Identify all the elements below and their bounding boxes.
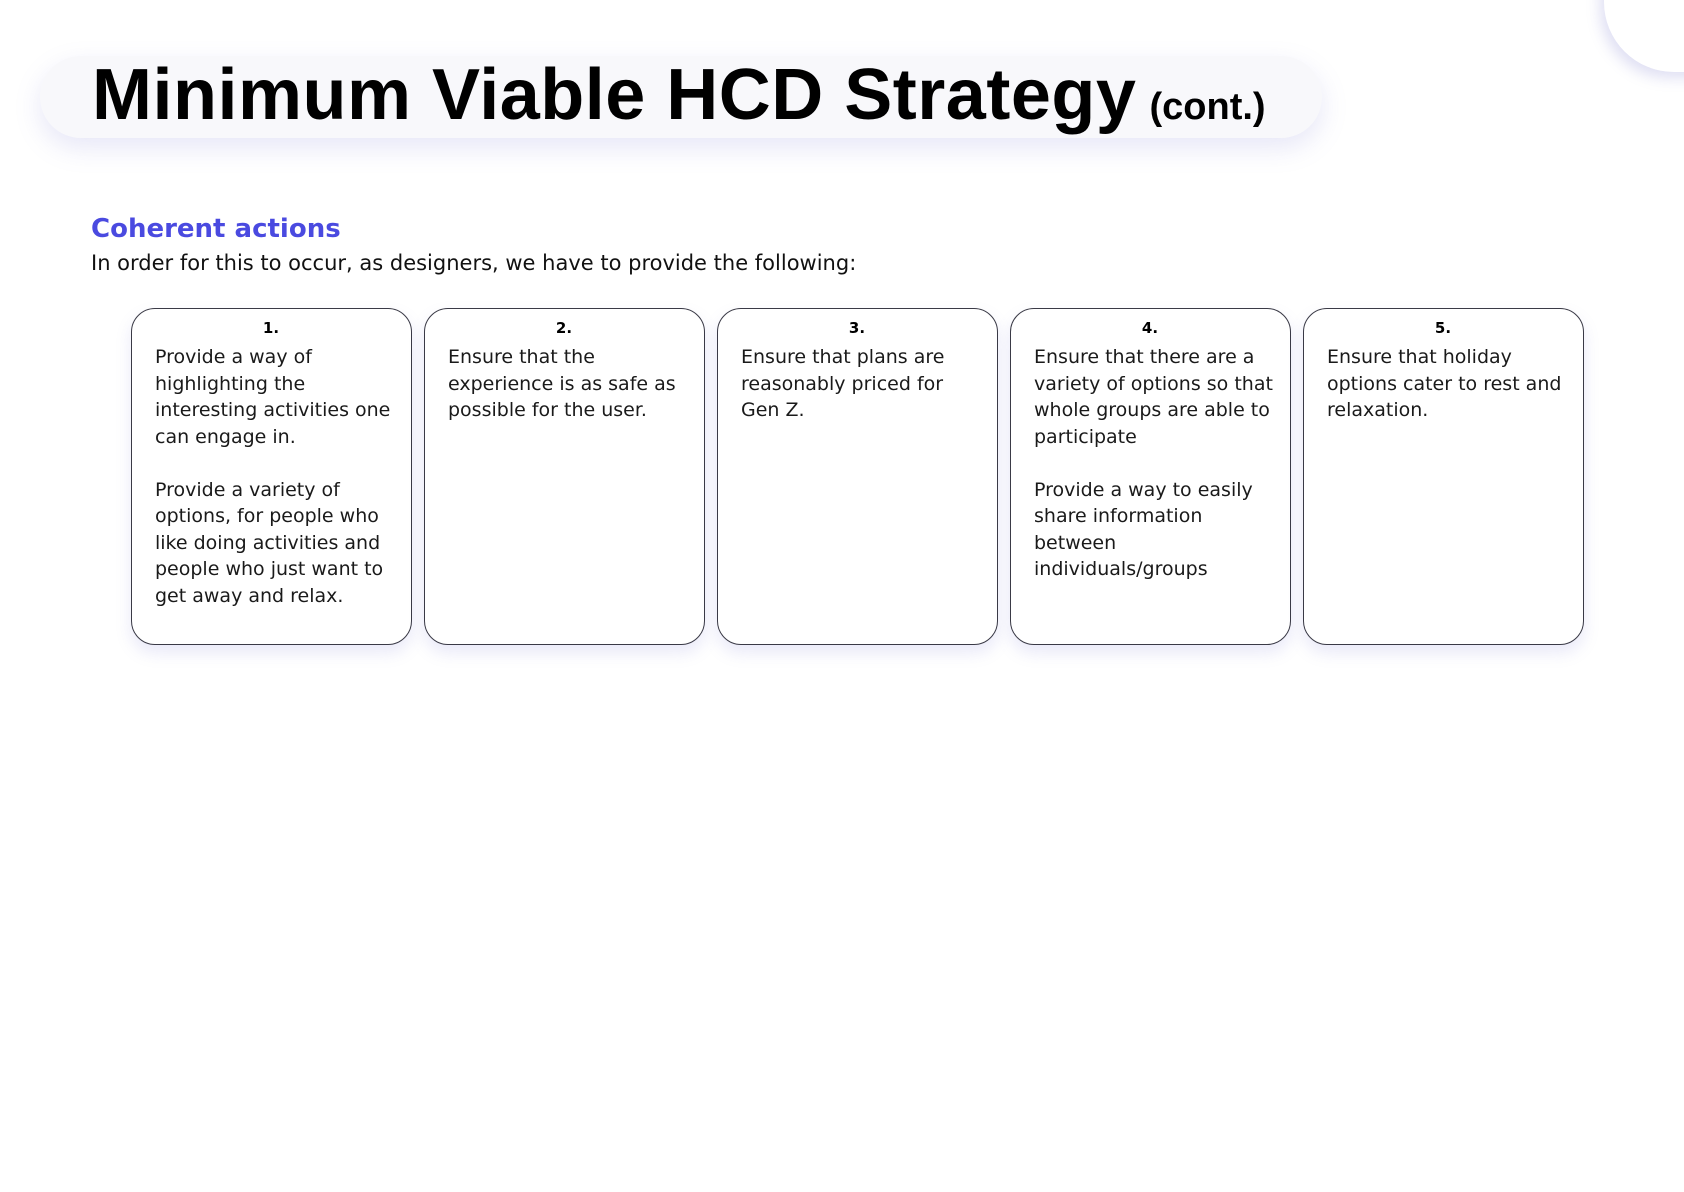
card-text: Ensure that the experience is as safe as… xyxy=(448,346,676,421)
action-card-5: 5. Ensure that holiday options cater to … xyxy=(1303,308,1584,645)
section-intro: In order for this to occur, as designers… xyxy=(91,251,857,275)
card-number: 5. xyxy=(1434,319,1452,337)
section-heading: Coherent actions xyxy=(91,214,341,244)
page-title-suffix: (cont.) xyxy=(1149,86,1266,128)
action-cards: 1. Provide a way of highlighting the int… xyxy=(131,308,1584,645)
action-card-4: 4. Ensure that there are a variety of op… xyxy=(1010,308,1291,645)
action-card-1: 1. Provide a way of highlighting the int… xyxy=(131,308,412,645)
card-text: Ensure that holiday options cater to res… xyxy=(1327,346,1562,421)
card-text: Provide a way of highlighting the intere… xyxy=(155,346,391,607)
page-title: Minimum Viable HCD Strategy (cont.) xyxy=(92,54,1266,136)
card-number: 4. xyxy=(1141,319,1159,337)
card-text: Ensure that plans are reasonably priced … xyxy=(741,346,945,421)
card-number: 3. xyxy=(848,319,866,337)
card-number: 1. xyxy=(262,319,280,337)
page-title-main: Minimum Viable HCD Strategy xyxy=(92,55,1137,135)
card-text: Ensure that there are a variety of optio… xyxy=(1034,346,1273,580)
action-card-3: 3. Ensure that plans are reasonably pric… xyxy=(717,308,998,645)
card-number: 2. xyxy=(555,319,573,337)
action-card-2: 2. Ensure that the experience is as safe… xyxy=(424,308,705,645)
page-number-tab: 8 xyxy=(1604,0,1684,72)
